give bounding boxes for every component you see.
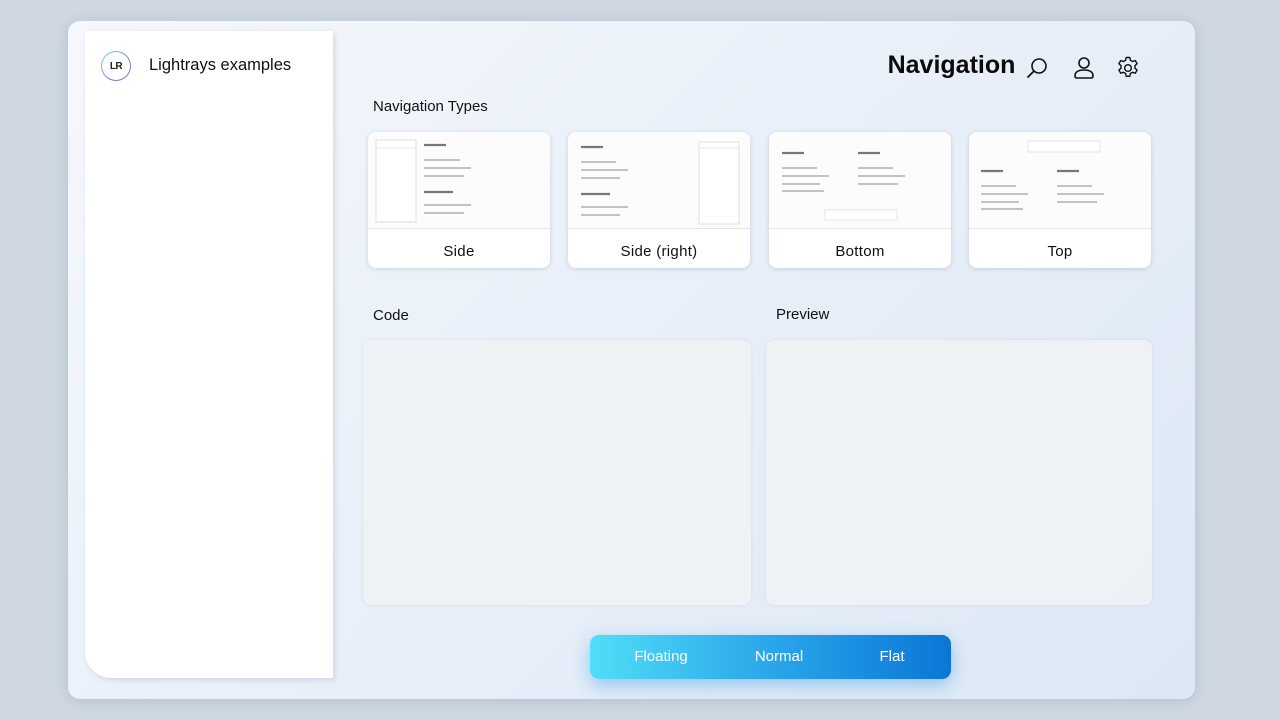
app-title: Lightrays examples bbox=[149, 56, 292, 74]
code-label: Code bbox=[373, 307, 409, 324]
gear-icon[interactable] bbox=[1115, 55, 1141, 81]
page-title-text: Navigation bbox=[887, 51, 1016, 79]
nav-type-card-top[interactable]: Top bbox=[969, 132, 1151, 268]
card-label-bottom: Bottom bbox=[835, 243, 885, 260]
preview-pane bbox=[766, 340, 1152, 605]
top-nav-thumbnail bbox=[969, 132, 1151, 229]
card-label-side-right: Side (right) bbox=[620, 243, 698, 260]
floating-option[interactable]: Floating bbox=[620, 635, 702, 679]
bottom-nav-thumbnail bbox=[769, 132, 951, 229]
app-window: LR Lightrays examples Navigation Navigat… bbox=[68, 21, 1195, 699]
card-label-side: Side bbox=[443, 243, 475, 260]
side-nav-thumbnail bbox=[368, 132, 550, 229]
preview-label: Preview bbox=[776, 306, 830, 323]
card-label-top: Top bbox=[1047, 243, 1073, 260]
sidebar: LR Lightrays examples bbox=[85, 31, 333, 678]
user-icon[interactable] bbox=[1071, 55, 1097, 81]
app-logo[interactable]: LR bbox=[101, 51, 131, 81]
flat-option[interactable]: Flat bbox=[866, 635, 918, 679]
normal-option[interactable]: Normal bbox=[740, 635, 818, 679]
nav-type-card-bottom[interactable]: Bottom bbox=[769, 132, 951, 268]
code-pane[interactable] bbox=[363, 340, 751, 605]
search-icon[interactable] bbox=[1024, 55, 1050, 81]
nav-type-card-side[interactable]: Side bbox=[368, 132, 550, 268]
navigation-types-label: Navigation Types bbox=[373, 98, 488, 115]
nav-type-card-side-right[interactable]: Side (right) bbox=[568, 132, 750, 268]
side-right-nav-thumbnail bbox=[568, 132, 750, 229]
style-switcher: Floating Normal Flat bbox=[590, 635, 951, 679]
